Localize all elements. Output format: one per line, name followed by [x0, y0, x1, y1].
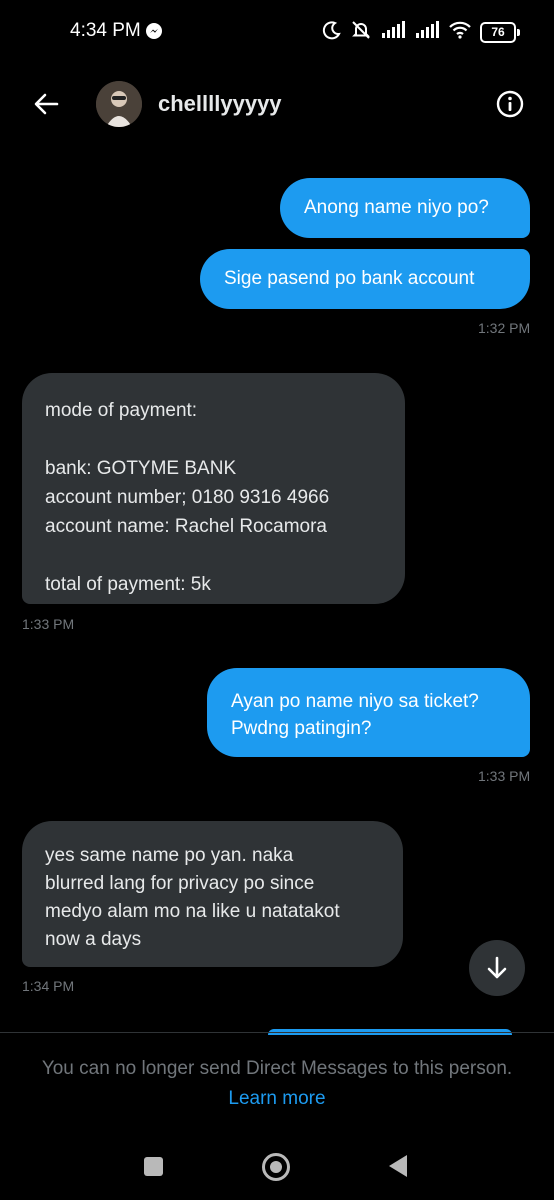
- message-text: Sige pasend po bank account: [224, 268, 475, 289]
- received-message[interactable]: yes same name po yan. naka blurred lang …: [22, 821, 403, 967]
- message-timestamp: 1:34 PM: [22, 978, 75, 994]
- home-icon: [270, 1161, 282, 1173]
- dm-disabled-notice: You can no longer send Direct Messages t…: [41, 1058, 513, 1079]
- messenger-icon: [146, 23, 162, 39]
- avatar[interactable]: [96, 81, 142, 127]
- recents-button[interactable]: [144, 1157, 163, 1176]
- scroll-to-bottom-button[interactable]: [469, 940, 525, 996]
- divider: [0, 1032, 554, 1033]
- message-text: yes same name po yan. naka blurred lang …: [45, 845, 340, 950]
- received-message[interactable]: mode of payment: bank: GOTYME BANK accou…: [22, 373, 405, 604]
- home-button[interactable]: [262, 1153, 290, 1181]
- back-arrow-icon: [34, 93, 59, 115]
- status-time: 4:34 PM: [70, 20, 141, 41]
- message-timestamp: 1:33 PM: [478, 768, 531, 784]
- arrow-down-icon: [487, 956, 507, 979]
- signal-icon: [380, 20, 406, 44]
- info-icon: [496, 90, 524, 118]
- message-text: Anong name niyo po?: [304, 197, 489, 218]
- message-text: Ayan po name niyo sa ticket? Pwdng patin…: [231, 691, 479, 739]
- muted-bell-icon: [350, 19, 372, 46]
- signal-icon: [414, 20, 440, 44]
- sent-message[interactable]: Ayan po name niyo sa ticket? Pwdng patin…: [207, 668, 530, 757]
- system-nav-bar: [0, 1140, 554, 1200]
- username[interactable]: chellllyyyyy: [158, 91, 282, 117]
- learn-more-link[interactable]: Learn more: [0, 1088, 554, 1110]
- sent-message[interactable]: Sige pasend po bank account: [200, 249, 530, 309]
- message-text: mode of payment: bank: GOTYME BANK accou…: [45, 400, 330, 595]
- conversation-header: chellllyyyyy: [0, 70, 554, 140]
- wifi-icon: [448, 21, 472, 44]
- back-button[interactable]: [28, 86, 64, 122]
- info-button[interactable]: [492, 86, 528, 122]
- sent-message[interactable]: Anong name niyo po?: [280, 178, 530, 238]
- system-back-button[interactable]: [389, 1155, 407, 1177]
- message-timestamp: 1:32 PM: [478, 320, 531, 336]
- status-icons: 76: [322, 18, 520, 46]
- moon-icon: [322, 20, 342, 45]
- message-timestamp: 1:33 PM: [22, 616, 75, 632]
- battery-icon: 76: [480, 21, 520, 43]
- status-bar: 4:34 PM 76: [0, 0, 554, 64]
